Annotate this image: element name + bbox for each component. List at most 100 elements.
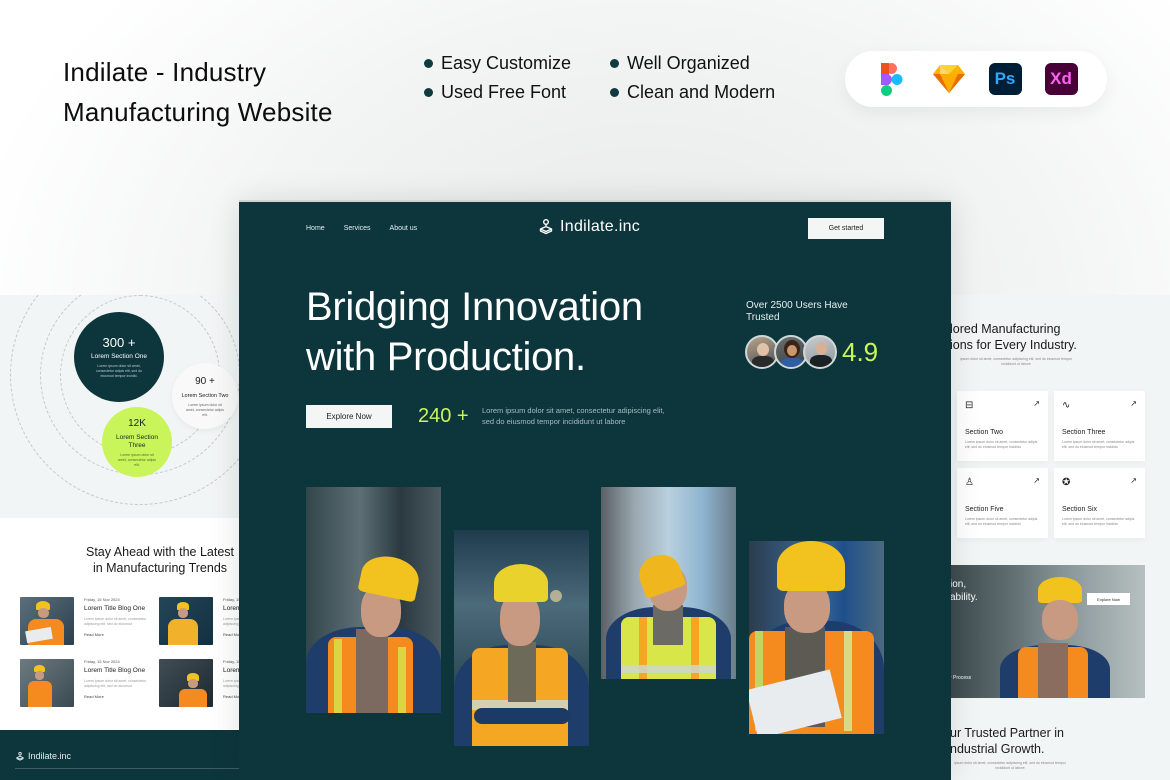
bullet-icon <box>610 87 619 97</box>
service-card[interactable]: ⊟ ↗ Section Two Lorem ipsum dolor sit am… <box>957 391 1048 461</box>
nav-home[interactable]: Home <box>306 225 325 232</box>
services-heading-line-2: ions for Every Industry. <box>950 338 1077 352</box>
main-nav: Home Services About us <box>306 225 417 232</box>
activity-icon: ∿ <box>1062 400 1071 411</box>
service-title: Section Three <box>1062 429 1106 436</box>
feature-item: Well Organized <box>610 52 810 74</box>
stat-desc: Lorem ipsum dolor sit amet, consectetur … <box>118 453 156 467</box>
promo-title-line-1: Indilate - Industry <box>63 57 267 87</box>
hero-title: Bridging Innovation with Production. <box>306 282 643 382</box>
feature-item: Easy Customize <box>424 52 610 74</box>
logo-icon <box>539 219 553 235</box>
blog-card[interactable]: Friday, 15 Nov 2024 Lorem Title Blog One… <box>20 659 154 707</box>
blog-date: Friday, 15 Nov 2024 <box>84 659 120 664</box>
stat-circle-one: 300 + Lorem Section One Lorem ipsum dolo… <box>74 312 164 402</box>
user-avatars <box>745 335 837 369</box>
worker-photo <box>306 487 441 713</box>
rating-value: 4.9 <box>842 337 879 367</box>
banner-heading-line-2: ability. <box>950 592 978 603</box>
stat-circle-three: 12K Lorem Section Three Lorem ipsum dolo… <box>102 407 172 477</box>
services-subtext: ipsum dolor sit amet, consectetur adipis… <box>960 357 1072 366</box>
xd-label: Xd <box>1050 69 1072 88</box>
stat-desc: Lorem ipsum dolor sit amet, consectetur … <box>95 364 143 378</box>
blog-heading-line-2: in Manufacturing Trends <box>92 561 228 575</box>
photoshop-icon: Ps <box>988 63 1022 95</box>
worker-photo <box>454 530 589 746</box>
feature-item: Used Free Font <box>424 81 610 103</box>
blog-desc: Lorem ipsum dolor sit amet, consectetur … <box>84 617 147 626</box>
hero-window: Home Services About us Indilate.inc Get … <box>239 202 951 780</box>
service-title: Section Five <box>965 506 1004 513</box>
blog-date: Friday, 15 Nov 2024 <box>84 597 120 602</box>
stat-value: 12K <box>128 418 146 429</box>
photoshop-label: Ps <box>994 69 1016 88</box>
footer-brand[interactable]: Indilate.inc <box>16 751 71 761</box>
partner-subtext: ipsum dolor sit amet, consectetur adipis… <box>954 761 1066 770</box>
worker-icon: ♙ <box>965 477 974 488</box>
footer-brand-text: Indilate.inc <box>28 751 72 761</box>
brand-logo[interactable]: Indilate.inc <box>539 218 640 236</box>
service-title: Section Two <box>965 429 1004 436</box>
feature-label: Easy Customize <box>441 53 572 73</box>
service-card[interactable]: ✪ ↗ Section Six Lorem ipsum dolor sit am… <box>1054 468 1145 538</box>
blog-card[interactable]: Friday, 15 Nov 2024 Lorem Title Blog One… <box>20 597 154 645</box>
blog-section: Stay Ahead with the Latest in Manufactur… <box>0 518 285 730</box>
feature-item: Clean and Modern <box>610 81 810 103</box>
nav-services[interactable]: Services <box>344 225 371 232</box>
read-more-link[interactable]: Read More <box>84 632 154 637</box>
layout-icon: ⊟ <box>965 400 974 411</box>
arrow-up-right-icon[interactable]: ↗ <box>1033 399 1040 408</box>
stat-circle-two: 90 + Lorem Section Two Lorem ipsum dolor… <box>172 363 238 429</box>
stat-label: Lorem Section One <box>90 353 147 360</box>
service-card[interactable]: ∿ ↗ Section Three Lorem ipsum dolor sit … <box>1054 391 1145 461</box>
process-banner: ion, ability. Explore Now r Process <box>950 565 1145 698</box>
bullet-icon <box>424 87 433 97</box>
arrow-up-right-icon[interactable]: ↗ <box>1130 476 1137 485</box>
blog-thumbnail <box>159 659 213 707</box>
service-card[interactable]: ♙ ↗ Section Five Lorem ipsum dolor sit a… <box>957 468 1048 538</box>
promo-title-line-2: Manufacturing Website <box>63 97 333 127</box>
blog-thumbnail <box>20 659 74 707</box>
trusted-text: Over 2500 Users Have Trusted <box>746 300 848 323</box>
stat-value: 300 + <box>102 335 136 350</box>
stat-value: 240 + <box>418 405 469 427</box>
sketch-icon <box>932 62 966 96</box>
worker-photo <box>749 541 884 734</box>
services-heading: lored Manufacturing ions for Every Indus… <box>950 321 1077 353</box>
promo-title: Indilate - Industry Manufacturing Websit… <box>63 52 333 132</box>
badge-check-icon: ✪ <box>1062 477 1071 488</box>
arrow-up-right-icon[interactable]: ↗ <box>1033 476 1040 485</box>
get-started-button[interactable]: Get started <box>808 218 884 239</box>
service-desc: Lorem ipsum dolor sit amet, consectetur … <box>965 440 1038 449</box>
bullet-icon <box>610 58 619 68</box>
feature-label: Used Free Font <box>441 82 567 102</box>
stat-description: Lorem ipsum dolor sit amet, consectetur … <box>482 406 665 426</box>
figma-icon <box>875 62 909 96</box>
blog-heading: Stay Ahead with the Latest in Manufactur… <box>70 544 250 576</box>
logo-text: Indilate.inc <box>560 218 641 235</box>
read-more-link[interactable]: Read More <box>84 694 154 699</box>
avatar <box>803 335 837 369</box>
banner-heading-line-1: ion, <box>950 579 967 590</box>
blog-title[interactable]: Lorem Title Blog One <box>84 667 154 674</box>
service-title: Section Six <box>1062 506 1098 513</box>
stat-desc: Lorem ipsum dolor sit amet, consectetur … <box>186 403 224 417</box>
banner-heading: ion, ability. <box>950 578 978 604</box>
stat-value: 90 + <box>195 376 215 387</box>
logo-icon <box>16 751 24 761</box>
feature-label: Clean and Modern <box>627 82 776 102</box>
services-heading-line-1: lored Manufacturing <box>950 322 1061 336</box>
arrow-up-right-icon[interactable]: ↗ <box>1130 399 1137 408</box>
service-desc: Lorem ipsum dolor sit amet, consectetur … <box>1062 440 1135 449</box>
partner-heading: ur Trusted Partner in ndustrial Growth. <box>950 725 1064 757</box>
explore-now-button[interactable]: Explore Now <box>306 405 392 428</box>
banner-process-label: r Process <box>950 675 972 681</box>
stats-section: 300 + Lorem Section One Lorem ipsum dolo… <box>0 295 240 518</box>
banner-explore-button[interactable]: Explore Now <box>1087 593 1130 605</box>
right-preview-panel: lored Manufacturing ions for Every Indus… <box>950 295 1170 780</box>
tools-pill: Ps Xd <box>845 51 1107 107</box>
nav-about-us[interactable]: About us <box>390 225 418 232</box>
blog-title[interactable]: Lorem Title Blog One <box>84 605 154 612</box>
bullet-icon <box>424 58 433 68</box>
stat-label: Lorem Section Three <box>116 434 158 449</box>
